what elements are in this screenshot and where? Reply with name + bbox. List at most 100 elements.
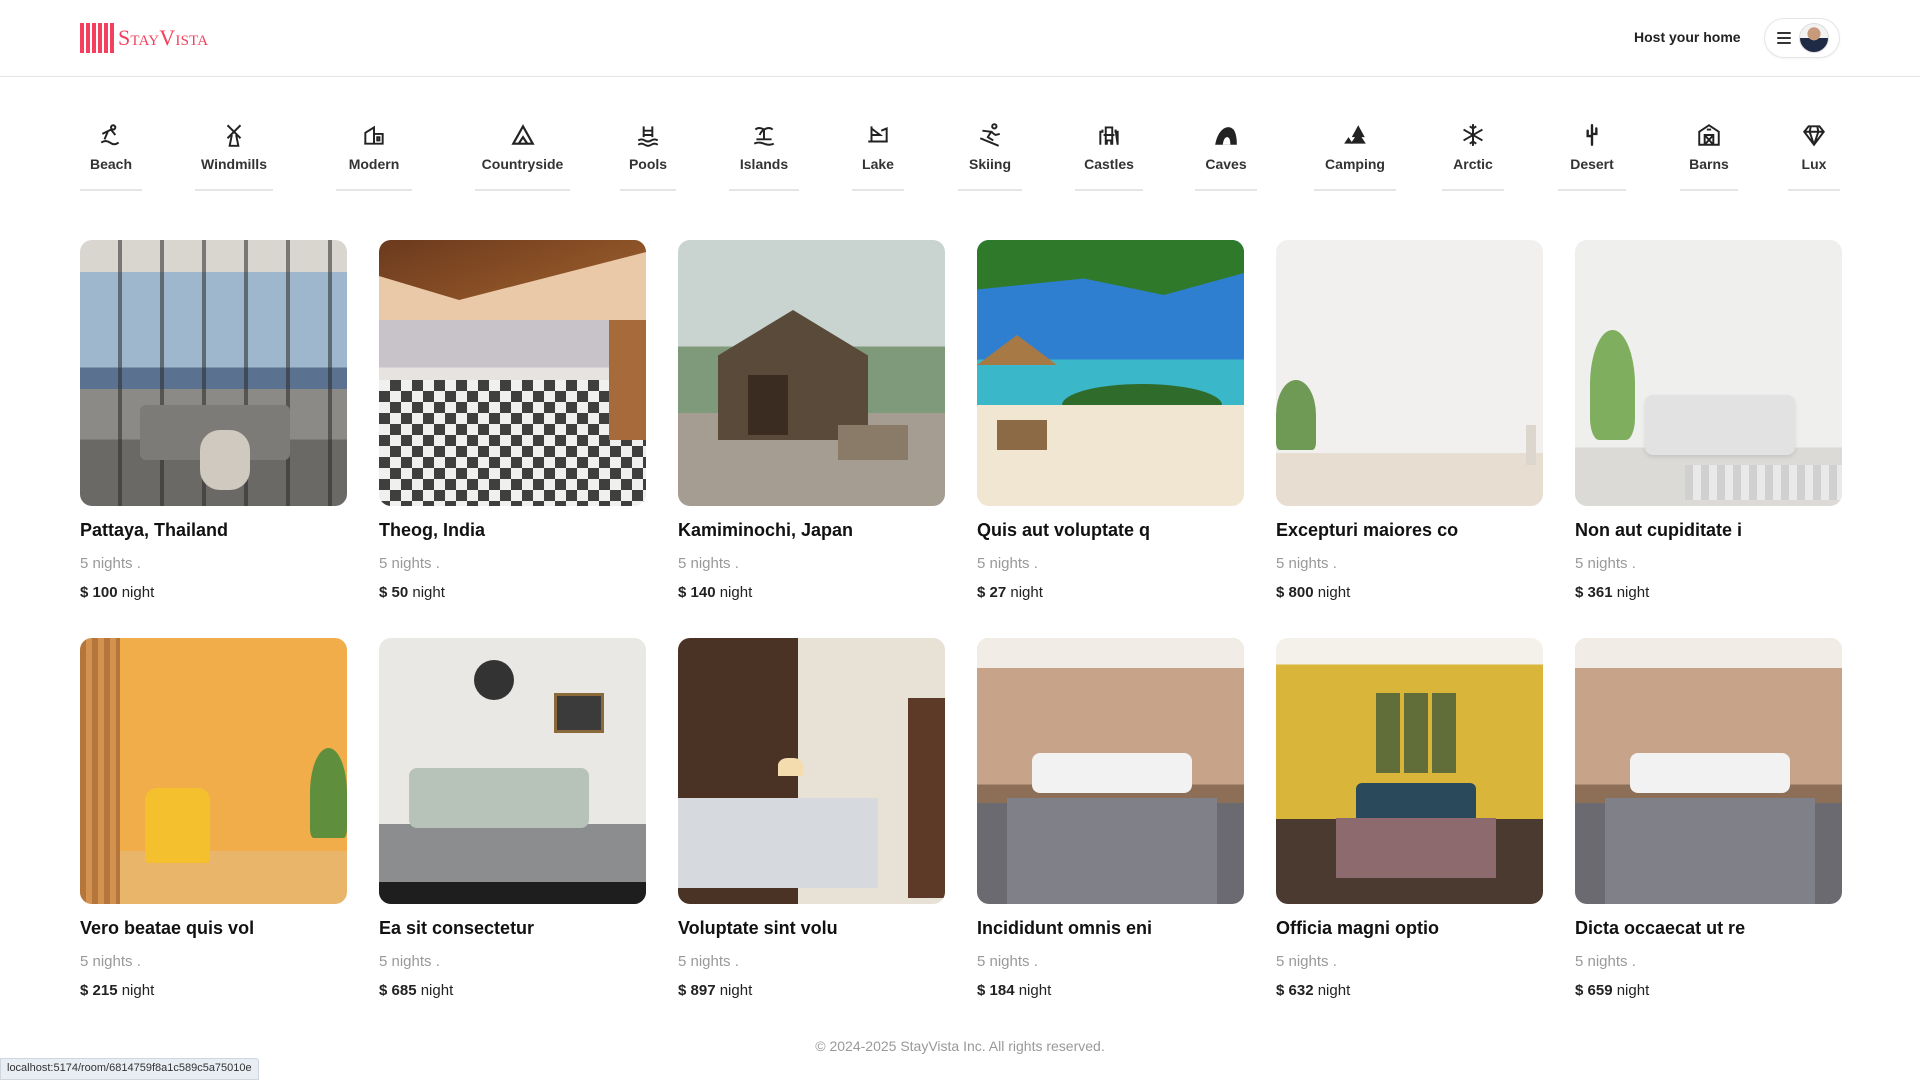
modern-house-icon bbox=[364, 125, 384, 145]
listing-title: Incididunt omnis eni bbox=[977, 918, 1152, 938]
category-beach[interactable]: Beach bbox=[80, 118, 142, 191]
listing-image[interactable] bbox=[977, 240, 1244, 506]
cave-icon bbox=[1215, 127, 1237, 145]
listing-price: $ 100 night bbox=[80, 584, 155, 601]
listing-image[interactable] bbox=[678, 638, 945, 904]
listing-nights: 5 nights . bbox=[977, 953, 1038, 970]
mountain-icon bbox=[510, 124, 535, 145]
listing-price: $ 361 night bbox=[1575, 584, 1650, 601]
listing-nights: 5 nights . bbox=[379, 953, 440, 970]
listing-nights: 5 nights . bbox=[80, 953, 141, 970]
avatar bbox=[1799, 23, 1829, 53]
castle-icon bbox=[1099, 126, 1119, 145]
listing-image[interactable] bbox=[1575, 240, 1842, 506]
category-islands[interactable]: Islands bbox=[729, 118, 799, 191]
listing-card[interactable]: Incididunt omnis eni 5 nights . $ 184 ni… bbox=[977, 638, 1244, 999]
listing-card[interactable]: Excepturi maiores co 5 nights . $ 800 ni… bbox=[1276, 240, 1543, 601]
listing-card[interactable]: Dicta occaecat ut re 5 nights . $ 659 ni… bbox=[1575, 638, 1842, 999]
listing-card[interactable]: Voluptate sint volu 5 nights . $ 897 nig… bbox=[678, 638, 945, 999]
listing-image[interactable] bbox=[1575, 638, 1842, 904]
listing-card[interactable]: Pattaya, Thailand 5 nights . $ 100 night bbox=[80, 240, 347, 601]
island-icon bbox=[753, 126, 775, 146]
listing-nights: 5 nights . bbox=[1575, 953, 1636, 970]
category-modern[interactable]: Modern bbox=[336, 118, 412, 191]
listing-image[interactable] bbox=[379, 638, 646, 904]
barn-icon bbox=[1698, 124, 1720, 146]
diamond-icon bbox=[1803, 125, 1825, 147]
category-bar: Beach Windmills Modern Countryside Pools… bbox=[80, 118, 1840, 193]
listing-nights: 5 nights . bbox=[678, 555, 739, 572]
listing-price: $ 897 night bbox=[678, 982, 753, 999]
listing-price: $ 632 night bbox=[1276, 982, 1351, 999]
boat-icon bbox=[868, 126, 888, 143]
category-caves[interactable]: Caves bbox=[1195, 118, 1257, 191]
listing-title: Vero beatae quis vol bbox=[80, 918, 255, 938]
listing-card[interactable]: Theog, India 5 nights . $ 50 night bbox=[379, 240, 646, 601]
listing-price: $ 659 night bbox=[1575, 982, 1650, 999]
listing-price: $ 184 night bbox=[977, 982, 1052, 999]
listing-image[interactable] bbox=[80, 240, 347, 506]
category-pools[interactable]: Pools bbox=[620, 118, 676, 191]
camping-icon bbox=[1344, 125, 1366, 144]
listing-title: Ea sit consectetur bbox=[379, 918, 535, 938]
top-navbar: StayVista Host your home bbox=[0, 0, 1920, 77]
snowflake-icon bbox=[1463, 124, 1483, 146]
category-arctic[interactable]: Arctic bbox=[1442, 118, 1504, 191]
pool-icon bbox=[637, 126, 659, 147]
listing-price: $ 215 night bbox=[80, 982, 155, 999]
listing-title: Officia magni optio bbox=[1276, 918, 1440, 938]
logo[interactable]: StayVista bbox=[80, 22, 208, 54]
footer-copyright: © 2024-2025 StayVista Inc. All rights re… bbox=[815, 1038, 1105, 1054]
listing-nights: 5 nights . bbox=[379, 555, 440, 572]
listing-card[interactable]: Vero beatae quis vol 5 nights . $ 215 ni… bbox=[80, 638, 347, 999]
listing-image[interactable] bbox=[379, 240, 646, 506]
listing-image[interactable] bbox=[977, 638, 1244, 904]
listing-nights: 5 nights . bbox=[1276, 953, 1337, 970]
listing-card[interactable]: Non aut cupiditate i 5 nights . $ 361 ni… bbox=[1575, 240, 1842, 601]
listing-price: $ 800 night bbox=[1276, 584, 1351, 601]
listing-image[interactable] bbox=[678, 240, 945, 506]
listing-card[interactable]: Kamiminochi, Japan 5 nights . $ 140 nigh… bbox=[678, 240, 945, 601]
beach-icon bbox=[100, 124, 120, 146]
listing-image[interactable] bbox=[1276, 240, 1543, 506]
logo-text: StayVista bbox=[118, 25, 209, 50]
category-lux[interactable]: Lux bbox=[1788, 118, 1840, 191]
listing-nights: 5 nights . bbox=[977, 555, 1038, 572]
listing-title: Voluptate sint volu bbox=[678, 918, 838, 938]
category-countryside[interactable]: Countryside bbox=[475, 118, 570, 191]
listing-title: Theog, India bbox=[379, 520, 485, 540]
listing-title: Pattaya, Thailand bbox=[80, 520, 229, 540]
category-skiing[interactable]: Skiing bbox=[958, 118, 1022, 191]
listing-title: Dicta occaecat ut re bbox=[1575, 918, 1746, 938]
listing-price: $ 685 night bbox=[379, 982, 454, 999]
listing-title: Excepturi maiores co bbox=[1276, 520, 1459, 540]
listing-title: Quis aut voluptate q bbox=[977, 520, 1151, 540]
category-castles[interactable]: Castles bbox=[1075, 118, 1143, 191]
category-camping[interactable]: Camping bbox=[1314, 118, 1396, 191]
category-lake[interactable]: Lake bbox=[852, 118, 904, 191]
listing-card[interactable]: Ea sit consectetur 5 nights . $ 685 nigh… bbox=[379, 638, 646, 999]
listing-nights: 5 nights . bbox=[678, 953, 739, 970]
listing-card[interactable]: Quis aut voluptate q 5 nights . $ 27 nig… bbox=[977, 240, 1244, 601]
skiing-icon bbox=[979, 123, 1000, 147]
user-menu-button[interactable] bbox=[1764, 18, 1840, 58]
category-barns[interactable]: Barns bbox=[1680, 118, 1738, 191]
cactus-icon bbox=[1586, 124, 1598, 146]
host-your-home-link[interactable]: Host your home bbox=[1634, 29, 1741, 45]
listing-card[interactable]: Officia magni optio 5 nights . $ 632 nig… bbox=[1276, 638, 1543, 999]
status-bar-url: localhost:5174/room/6814759f8a1c589c5a75… bbox=[0, 1058, 259, 1080]
logo-mark bbox=[80, 23, 114, 53]
listing-image[interactable] bbox=[1276, 638, 1543, 904]
listing-price: $ 140 night bbox=[678, 584, 753, 601]
windmill-icon bbox=[226, 124, 242, 147]
listing-price: $ 50 night bbox=[379, 584, 445, 601]
category-desert[interactable]: Desert bbox=[1558, 118, 1626, 191]
listing-nights: 5 nights . bbox=[1276, 555, 1337, 572]
hamburger-menu-icon bbox=[1777, 32, 1791, 44]
listing-title: Kamiminochi, Japan bbox=[678, 520, 854, 540]
listing-nights: 5 nights . bbox=[80, 555, 141, 572]
listing-nights: 5 nights . bbox=[1575, 555, 1636, 572]
listing-price: $ 27 night bbox=[977, 584, 1043, 601]
category-windmills[interactable]: Windmills bbox=[195, 118, 273, 191]
listing-image[interactable] bbox=[80, 638, 347, 904]
